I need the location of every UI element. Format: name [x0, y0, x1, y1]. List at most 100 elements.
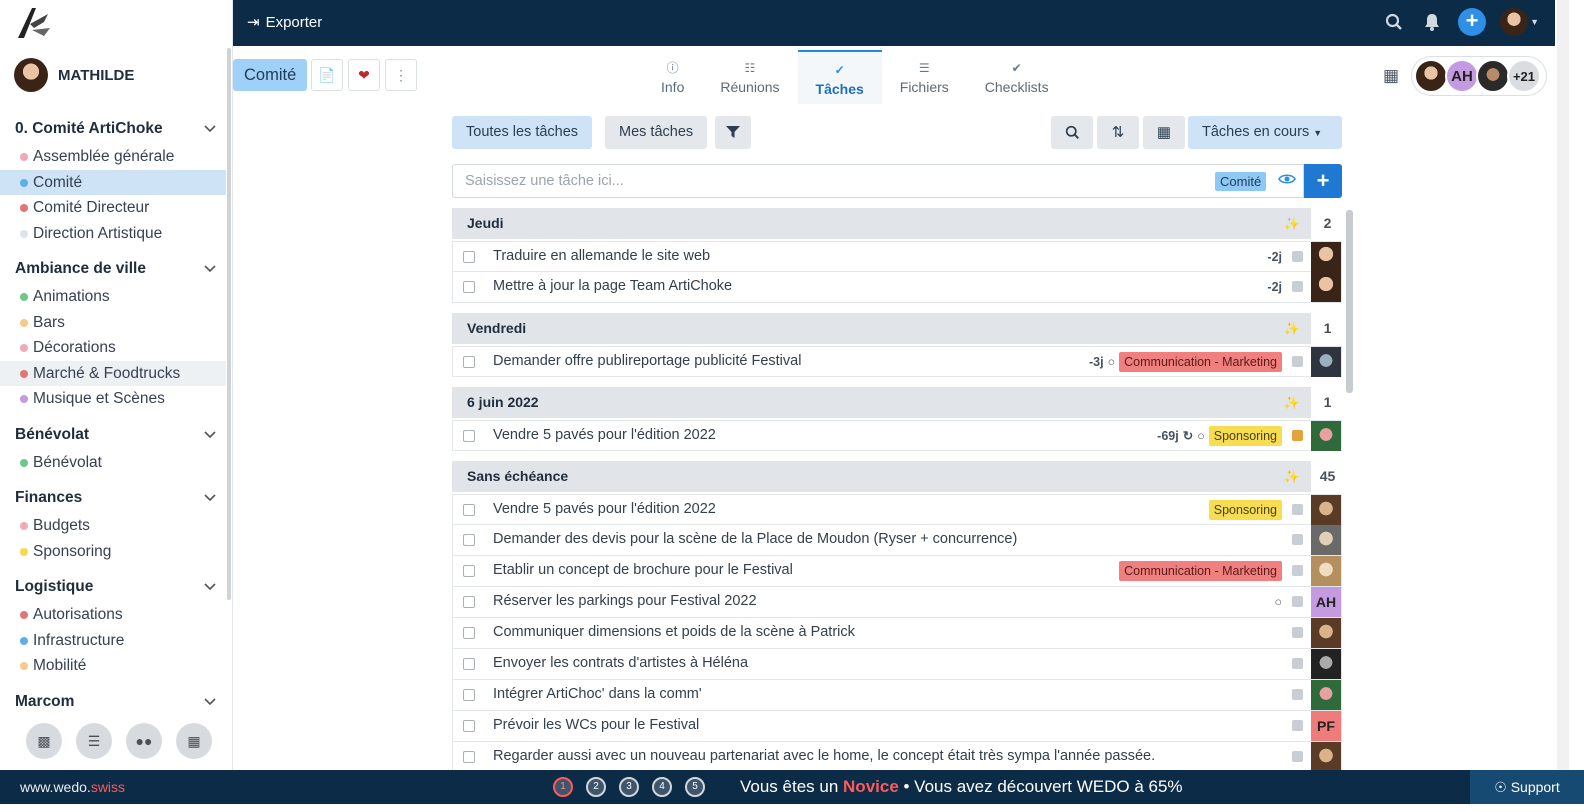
sidebar-section-header[interactable]: Bénévolat [0, 420, 226, 450]
magic-wand-icon[interactable]: ✨ [1284, 469, 1300, 485]
task-title[interactable]: Prévoir les WCs pour le Festival [493, 711, 699, 740]
sidebar-item[interactable]: Assemblée générale [0, 144, 226, 170]
top-user-avatar[interactable] [1500, 8, 1529, 36]
sidebar-item[interactable]: Comité Directeur [0, 195, 226, 221]
magic-wand-icon[interactable]: ✨ [1284, 321, 1300, 337]
assignee-avatar[interactable] [1311, 242, 1341, 272]
assignee-avatar[interactable]: AH [1311, 587, 1341, 617]
task-group-header[interactable]: Sans échéance ✨ 45 [452, 461, 1342, 492]
task-title[interactable]: Vendre 5 pavés pour l'édition 2022 [493, 495, 716, 524]
task-row[interactable]: Vendre 5 pavés pour l'édition 2022 Sponso… [452, 494, 1342, 525]
task-row[interactable]: Demander offre publireportage publicité … [452, 346, 1342, 377]
comment-icon[interactable]: ○ [1197, 429, 1205, 443]
priority-square-icon[interactable] [1292, 658, 1303, 669]
task-title[interactable]: Réserver les parkings pour Festival 2022 [493, 587, 757, 616]
clipboard-icon[interactable]: ☰ [76, 723, 112, 759]
sidebar-item[interactable]: Budgets [0, 513, 226, 539]
chevron-down-icon[interactable] [204, 420, 216, 450]
assignee-avatar[interactable] [1311, 680, 1341, 710]
task-title[interactable]: Vendre 5 pavés pour l'édition 2022 [493, 421, 716, 450]
priority-square-icon[interactable] [1292, 751, 1303, 762]
add-task-button[interactable]: + [1304, 164, 1342, 198]
document-icon[interactable]: 📄 [311, 59, 343, 91]
task-row[interactable]: Réserver les parkings pour Festival 2022… [452, 587, 1342, 618]
chevron-down-icon[interactable]: ▼ [1530, 17, 1539, 27]
priority-square-icon[interactable] [1292, 281, 1303, 292]
task-list-scrollbar[interactable] [1346, 210, 1353, 393]
task-title[interactable]: Demander des devis pour la scène de la P… [493, 525, 1017, 554]
task-group-header[interactable]: Jeudi ✨ 2 [452, 208, 1342, 239]
site-link[interactable]: www.wedo.swiss [20, 779, 125, 795]
magic-wand-icon[interactable]: ✨ [1284, 216, 1300, 232]
artichoke-logo[interactable] [14, 4, 54, 42]
task-row[interactable]: Traduire en allemande le site web -2j [452, 241, 1342, 272]
task-title[interactable]: Etablir un concept de brochure pour le F… [493, 556, 793, 585]
sidebar-section-header[interactable]: 0. Comité ArtiChoke [0, 114, 226, 144]
grid-view-icon[interactable]: ▦ [1143, 116, 1185, 149]
task-row[interactable]: Etablir un concept de brochure pour le F… [452, 556, 1342, 587]
chevron-down-icon[interactable] [204, 114, 216, 144]
priority-square-icon[interactable] [1292, 720, 1303, 731]
chevron-down-icon[interactable] [204, 483, 216, 513]
briefcase-icon[interactable]: ▩ [26, 723, 62, 759]
sidebar-item[interactable]: Comité [0, 169, 226, 195]
comment-icon[interactable]: ○ [1108, 355, 1116, 369]
task-checkbox[interactable] [463, 596, 475, 608]
task-title[interactable]: Regarder aussi avec un nouveau partenari… [493, 742, 1155, 771]
workspace-name-button[interactable]: Comité [233, 59, 308, 91]
task-tag[interactable]: Sponsoring [1208, 499, 1282, 520]
sidebar-section-header[interactable]: Marcom [0, 687, 226, 717]
assignee-avatar[interactable] [1311, 649, 1341, 679]
tab-réunions[interactable]: ☷ Réunions [702, 50, 797, 104]
task-row[interactable]: Envoyer les contrats d'artistes à Héléna [452, 649, 1342, 680]
bell-icon[interactable] [1420, 10, 1444, 34]
priority-square-icon[interactable] [1292, 596, 1303, 607]
sidebar-section-header[interactable]: Ambiance de ville [0, 254, 226, 284]
support-button[interactable]: ☉ Support [1470, 770, 1584, 804]
assignee-avatar[interactable] [1311, 556, 1341, 586]
task-title[interactable]: Intégrer ArtiChoc' dans la comm' [493, 680, 702, 709]
assignee-avatar[interactable] [1311, 421, 1341, 451]
priority-square-icon[interactable] [1292, 430, 1303, 441]
sidebar-section-header[interactable]: Logistique [0, 572, 226, 602]
sidebar-section-header[interactable]: Finances [0, 483, 226, 513]
task-row[interactable]: Demander des devis pour la scène de la P… [452, 525, 1342, 556]
more-vertical-icon[interactable]: ⋮ [385, 59, 417, 91]
priority-square-icon[interactable] [1292, 565, 1303, 576]
step-indicator[interactable]: 4 [652, 777, 672, 797]
page-scrollbar[interactable] [1557, 0, 1569, 778]
export-button[interactable]: ⇥ Exporter [247, 13, 322, 32]
tab-fichiers[interactable]: ☰ Fichiers [882, 50, 967, 104]
search-icon[interactable] [1382, 10, 1406, 34]
task-title[interactable]: Traduire en allemande le site web [493, 242, 710, 271]
task-checkbox[interactable] [463, 627, 475, 639]
sidebar-item[interactable]: Infrastructure [0, 628, 226, 654]
task-checkbox[interactable] [463, 689, 475, 701]
heart-icon[interactable]: ❤ [348, 59, 380, 91]
all-tasks-button[interactable]: Toutes les tâches [452, 116, 593, 149]
assignee-avatar[interactable] [1311, 525, 1341, 555]
sidebar-scrollbar[interactable] [227, 48, 231, 600]
task-group-header[interactable]: Vendredi ✨ 1 [452, 313, 1342, 344]
task-title[interactable]: Mettre à jour la page Team ArtiChoke [493, 272, 732, 301]
assignee-avatar[interactable] [1311, 495, 1341, 525]
task-checkbox[interactable] [463, 534, 475, 546]
status-filter-dropdown[interactable]: Tâches en cours ▼ [1188, 116, 1342, 149]
task-row[interactable]: Communiquer dimensions et poids de la sc… [452, 618, 1342, 649]
filter-icon[interactable] [715, 116, 751, 149]
sidebar-item[interactable]: Autorisations [0, 602, 226, 628]
task-row[interactable]: Mettre à jour la page Team ArtiChoke -2j [452, 272, 1342, 303]
assignee-avatar[interactable] [1311, 347, 1341, 377]
task-title[interactable]: Demander offre publireportage publicité … [493, 347, 801, 376]
task-row[interactable]: Prévoir les WCs pour le Festival PF [452, 711, 1342, 742]
chevron-down-icon[interactable] [204, 687, 216, 717]
task-tag[interactable]: Communication - Marketing [1119, 560, 1282, 581]
members-grid-icon[interactable]: ▦ [1379, 64, 1403, 88]
priority-square-icon[interactable] [1292, 251, 1303, 262]
tab-info[interactable]: ⓘ Info [643, 50, 702, 104]
workspace-tag[interactable]: Comité [1215, 172, 1267, 191]
priority-square-icon[interactable] [1292, 534, 1303, 545]
sidebar-item[interactable]: Musique et Scènes [0, 386, 226, 412]
current-user[interactable]: MATHILDE [14, 58, 134, 92]
task-title[interactable]: Communiquer dimensions et poids de la sc… [493, 618, 855, 647]
